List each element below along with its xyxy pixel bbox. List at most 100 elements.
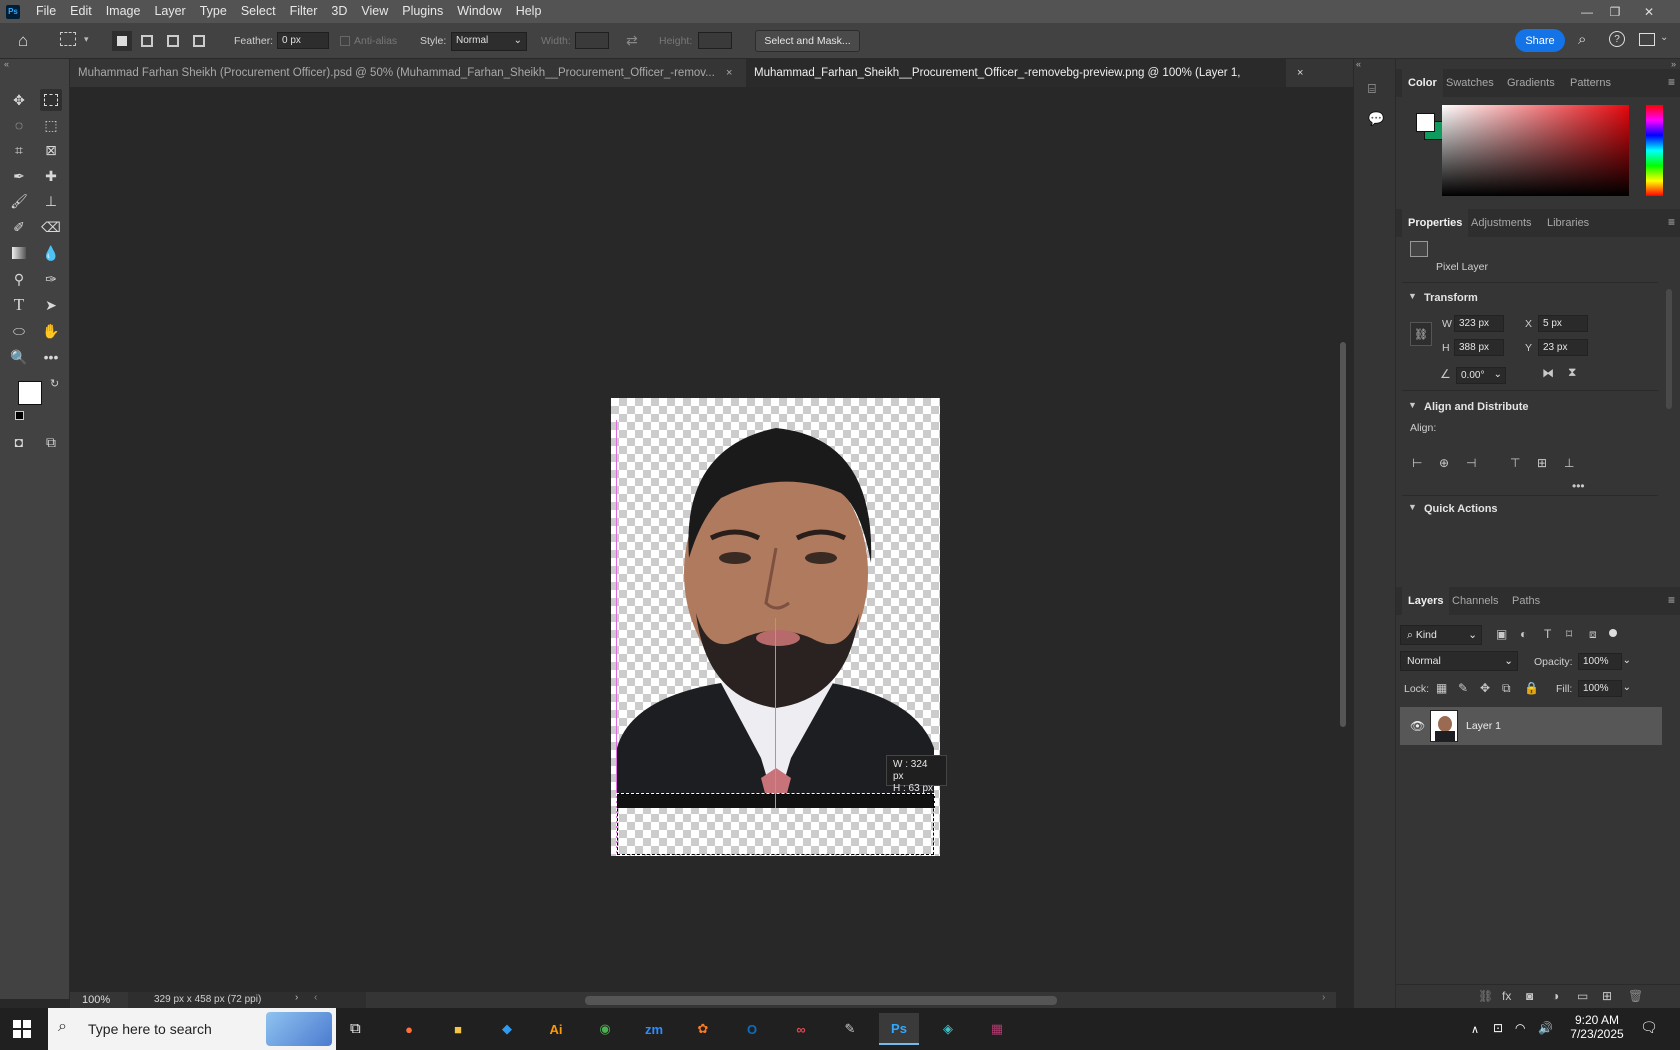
network-icon[interactable]: ⊡ <box>1493 1021 1503 1035</box>
tab-channels[interactable]: Channels <box>1452 587 1498 615</box>
filter-pixel-icon[interactable]: ▣ <box>1496 627 1507 641</box>
tab-swatches[interactable]: Swatches <box>1446 69 1494 97</box>
clone-stamp-tool-icon[interactable]: ⊥ <box>40 190 62 212</box>
tab-patterns[interactable]: Patterns <box>1570 69 1611 97</box>
taskbar-search-box[interactable]: ⌕ Type here to search <box>48 1008 336 1050</box>
menu-filter[interactable]: Filter <box>283 0 325 23</box>
foreground-color-swatch[interactable] <box>18 381 42 405</box>
restore-icon[interactable]: ❐ <box>1600 0 1630 23</box>
menu-layer[interactable]: Layer <box>147 0 192 23</box>
panel-menu-icon[interactable]: ≡ <box>1668 593 1675 607</box>
align-bottom-icon[interactable]: ⊥ <box>1564 456 1574 470</box>
winrar-icon[interactable]: ▦ <box>977 1013 1017 1045</box>
menu-type[interactable]: Type <box>193 0 234 23</box>
home-icon[interactable]: ⌂ <box>18 31 38 51</box>
lock-image-icon[interactable]: ✎ <box>1458 681 1468 695</box>
zoom-tool-icon[interactable]: 🔍 <box>8 346 30 368</box>
menu-file[interactable]: File <box>29 0 63 23</box>
menu-3d[interactable]: 3D <box>324 0 354 23</box>
default-colors-icon[interactable] <box>15 411 24 420</box>
canvas-area[interactable]: W : 324 px H : 63 px <box>70 87 1346 992</box>
opacity-input[interactable]: 100% ⌄ <box>1578 653 1631 670</box>
type-tool-icon[interactable]: T <box>8 294 30 316</box>
width-input[interactable] <box>575 32 609 49</box>
vertical-scrollbar[interactable] <box>1337 92 1347 982</box>
filter-type-icon[interactable]: T <box>1544 627 1551 641</box>
scroll-right-icon[interactable]: › <box>1322 992 1325 1003</box>
layer-row[interactable]: 👁 Layer 1 <box>1400 707 1662 745</box>
healing-brush-tool-icon[interactable]: ✚ <box>40 165 62 187</box>
angle-input[interactable]: 0.00° ⌄ <box>1456 367 1506 384</box>
close-icon[interactable]: ✕ <box>1634 0 1664 23</box>
chevron-down-icon[interactable]: ▾ <box>84 34 89 45</box>
new-group-icon[interactable]: ▭ <box>1577 989 1588 1003</box>
tab-layers[interactable]: Layers <box>1402 587 1450 615</box>
menu-plugins[interactable]: Plugins <box>395 0 450 23</box>
lasso-tool-icon[interactable]: ◌ <box>8 114 30 136</box>
y-input[interactable]: 23 px <box>1538 339 1588 356</box>
align-left-icon[interactable]: ⊢ <box>1412 456 1422 470</box>
chevron-down-icon[interactable]: ▼ <box>1408 291 1417 301</box>
path-selection-tool-icon[interactable]: ➤ <box>40 294 62 316</box>
intersect-selection-icon[interactable] <box>193 35 205 47</box>
vertical-scroll-thumb[interactable] <box>1340 342 1346 727</box>
eyedropper-tool-icon[interactable]: ✒ <box>8 165 30 187</box>
align-center-h-icon[interactable]: ⊕ <box>1439 456 1449 470</box>
app-diamond-icon[interactable]: ◈ <box>928 1013 968 1045</box>
scroll-left-icon[interactable]: ‹ <box>314 992 317 1003</box>
zoom-level[interactable]: 100% <box>82 994 110 1006</box>
screen-mode-icon[interactable]: ⧉ <box>40 431 62 453</box>
feather-input[interactable]: 0 px <box>277 32 329 49</box>
filter-toggle-icon[interactable] <box>1609 629 1617 637</box>
chrome-icon[interactable]: ◉ <box>585 1013 625 1045</box>
filter-shape-icon[interactable]: ⌑ <box>1566 627 1572 641</box>
close-tab-icon[interactable]: × <box>726 59 732 87</box>
wifi-icon[interactable]: ◠ <box>1515 1021 1525 1035</box>
w-input[interactable]: 323 px <box>1454 315 1504 332</box>
tab-psd-document[interactable]: Muhammad Farhan Sheikh (Procurement Offi… <box>70 59 740 87</box>
photoshop-logo-icon[interactable]: Ps <box>6 4 20 19</box>
marquee-tool-icon[interactable] <box>40 89 62 111</box>
anti-alias-checkbox[interactable] <box>340 36 350 46</box>
subtract-selection-icon[interactable] <box>167 35 179 47</box>
ellipse-tool-icon[interactable]: ⬭ <box>8 320 30 342</box>
history-panel-icon[interactable]: ⌸ <box>1368 81 1376 97</box>
close-tab-icon[interactable]: × <box>1297 59 1303 87</box>
select-and-mask-button[interactable]: Select and Mask... <box>755 30 860 52</box>
tab-paths[interactable]: Paths <box>1512 587 1540 615</box>
swap-colors-icon[interactable]: ↻ <box>50 377 59 390</box>
document-size[interactable]: 329 px x 458 px (72 ppi) <box>154 994 261 1005</box>
share-button[interactable]: Share <box>1515 29 1565 52</box>
panel-menu-icon[interactable]: ≡ <box>1668 215 1675 229</box>
lock-transparent-icon[interactable]: ▦ <box>1436 681 1447 695</box>
new-selection-icon[interactable] <box>112 31 132 51</box>
panel-menu-icon[interactable]: ≡ <box>1668 75 1675 89</box>
menu-window[interactable]: Window <box>450 0 508 23</box>
link-icon[interactable]: ⛓ <box>1410 322 1432 346</box>
frame-tool-icon[interactable]: ⊠ <box>40 139 62 161</box>
menu-help[interactable]: Help <box>509 0 549 23</box>
creative-cloud-icon[interactable]: ∞ <box>781 1013 821 1045</box>
align-right-icon[interactable]: ⊣ <box>1466 456 1476 470</box>
color-field[interactable] <box>1442 105 1629 196</box>
lock-all-icon[interactable]: 🔒 <box>1524 681 1539 695</box>
minimize-icon[interactable]: — <box>1572 0 1602 23</box>
tab-color[interactable]: Color <box>1402 69 1443 97</box>
clock[interactable]: 9:20 AM 7/23/2025 <box>1567 1013 1627 1041</box>
tab-properties[interactable]: Properties <box>1402 209 1469 237</box>
history-brush-tool-icon[interactable]: ✐ <box>8 216 30 238</box>
vscode-icon[interactable]: ◆ <box>487 1013 527 1045</box>
pen-tool-icon[interactable]: ✎ <box>830 1013 870 1045</box>
rect-marquee-preset-icon[interactable] <box>60 32 76 46</box>
workspace-icon[interactable] <box>1639 33 1655 46</box>
collapse-icon[interactable]: » <box>1671 59 1676 69</box>
flip-vertical-icon[interactable]: ⧗ <box>1568 365 1576 380</box>
menu-image[interactable]: Image <box>99 0 148 23</box>
visibility-eye-icon[interactable]: 👁 <box>1410 719 1425 733</box>
xampp-icon[interactable]: ✿ <box>683 1013 723 1045</box>
blend-mode-select[interactable]: Normal ⌄ <box>1400 651 1518 671</box>
hue-slider[interactable] <box>1646 105 1663 196</box>
style-select[interactable]: Normal ⌄ <box>451 32 527 51</box>
blur-tool-icon[interactable]: 💧 <box>40 242 62 264</box>
properties-scroll-thumb[interactable] <box>1666 289 1672 409</box>
